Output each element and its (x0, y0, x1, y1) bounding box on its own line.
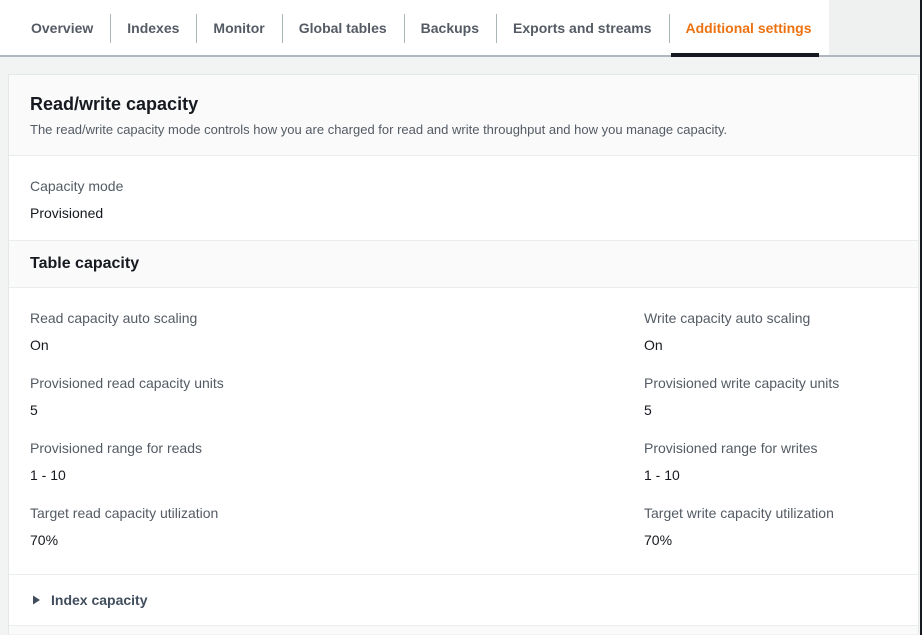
capacity-mode-value: Provisioned (30, 203, 897, 223)
field-label: Target write capacity utilization (644, 503, 897, 523)
field-value: 1 - 10 (30, 465, 644, 485)
field-value: On (30, 335, 644, 355)
tab-global-tables[interactable]: Global tables (282, 0, 404, 55)
card-header: Read/write capacity The read/write capac… (9, 75, 918, 156)
tab-bar: Overview Indexes Monitor Global tables B… (0, 0, 924, 57)
field-value: 70% (30, 530, 644, 550)
field-label: Read capacity auto scaling (30, 308, 644, 328)
field-value: 5 (30, 400, 644, 420)
field-provisioned-range-writes: Provisioned range for writes 1 - 10 (644, 438, 897, 485)
next-section-strip (9, 626, 918, 634)
table-capacity-grid: Read capacity auto scaling On Write capa… (9, 288, 918, 575)
tab-additional-settings[interactable]: Additional settings (669, 0, 829, 55)
field-write-auto-scaling: Write capacity auto scaling On (644, 308, 897, 355)
field-value: 5 (644, 400, 897, 420)
tab-monitor[interactable]: Monitor (196, 0, 281, 55)
tab-indexes[interactable]: Indexes (110, 0, 196, 55)
field-provisioned-read-units: Provisioned read capacity units 5 (30, 373, 644, 420)
field-value: On (644, 335, 897, 355)
field-label: Target read capacity utilization (30, 503, 644, 523)
tab-overview[interactable]: Overview (14, 0, 110, 55)
field-label: Provisioned range for writes (644, 438, 897, 458)
capacity-mode-label: Capacity mode (30, 176, 897, 196)
tab-backups[interactable]: Backups (404, 0, 496, 55)
expand-right-triangle-icon (30, 594, 42, 606)
field-target-write-utilization: Target write capacity utilization 70% (644, 503, 897, 550)
field-label: Provisioned write capacity units (644, 373, 897, 393)
capacity-mode-section: Capacity mode Provisioned (9, 156, 918, 241)
card-title: Read/write capacity (30, 92, 897, 116)
tab-exports-and-streams[interactable]: Exports and streams (496, 0, 669, 55)
card-description: The read/write capacity mode controls ho… (30, 121, 897, 139)
field-provisioned-write-units: Provisioned write capacity units 5 (644, 373, 897, 420)
table-capacity-header: Table capacity (9, 241, 918, 288)
read-write-capacity-card: Read/write capacity The read/write capac… (8, 74, 919, 634)
field-target-read-utilization: Target read capacity utilization 70% (30, 503, 644, 550)
index-capacity-expander[interactable]: Index capacity (9, 575, 918, 626)
field-value: 70% (644, 530, 897, 550)
field-label: Provisioned range for reads (30, 438, 644, 458)
field-label: Provisioned read capacity units (30, 373, 644, 393)
dynamodb-table-settings-page: Overview Indexes Monitor Global tables B… (0, 0, 924, 635)
field-provisioned-range-reads: Provisioned range for reads 1 - 10 (30, 438, 644, 485)
field-label: Write capacity auto scaling (644, 308, 897, 328)
index-capacity-label: Index capacity (51, 592, 148, 608)
field-value: 1 - 10 (644, 465, 897, 485)
field-read-auto-scaling: Read capacity auto scaling On (30, 308, 644, 355)
tab-list: Overview Indexes Monitor Global tables B… (0, 0, 829, 55)
